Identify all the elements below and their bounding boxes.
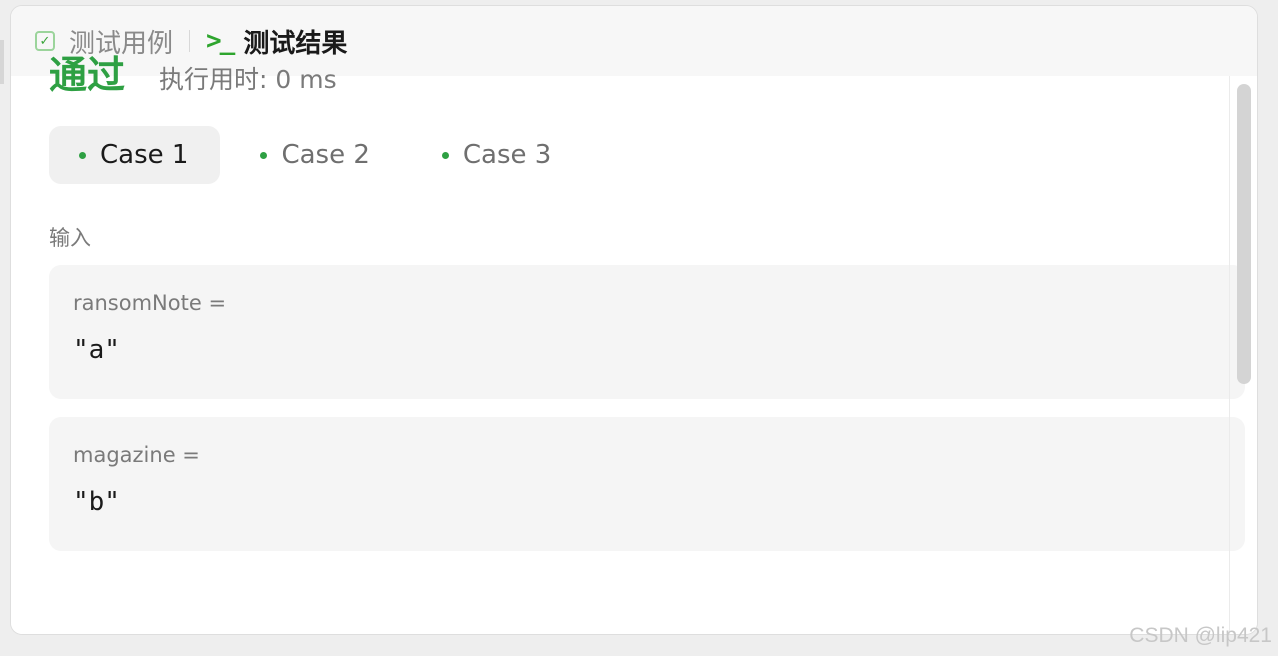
pass-dot-icon bbox=[79, 151, 86, 159]
scrollbar-thumb[interactable] bbox=[1237, 84, 1251, 384]
watermark: CSDN @lip421 bbox=[1129, 624, 1272, 647]
pass-dot-icon bbox=[260, 151, 268, 159]
param-value: "b" bbox=[73, 487, 120, 517]
window-edge bbox=[0, 40, 4, 84]
case-tab-2[interactable]: Case 2 bbox=[230, 126, 401, 184]
case-tab-3[interactable]: Case 3 bbox=[412, 126, 583, 184]
case-tab-1[interactable]: Case 1 bbox=[49, 126, 221, 184]
pass-dot-icon bbox=[441, 151, 449, 159]
case-tab-label: Case 3 bbox=[462, 140, 552, 170]
param-name: magazine = bbox=[73, 443, 200, 467]
param-name: ransomNote = bbox=[73, 291, 227, 315]
bottom-fade bbox=[11, 594, 1257, 634]
case-tab-label: Case 1 bbox=[100, 140, 189, 170]
param-value: "a" bbox=[73, 335, 120, 365]
case-tab-label: Case 2 bbox=[281, 140, 370, 170]
input-param-card: magazine = "b" bbox=[49, 417, 1245, 551]
runtime-text: 执行用时: 0 ms bbox=[159, 65, 337, 94]
result-status: 通过 bbox=[49, 53, 126, 97]
test-result-panel: ✓ 测试用例 >_ 测试结果 通过 执行用时: 0 ms Case 1 Case… bbox=[10, 5, 1258, 635]
input-section-label: 输入 bbox=[49, 226, 91, 250]
input-param-card: ransomNote = "a" bbox=[49, 265, 1245, 399]
case-tabs: Case 1 Case 2 Case 3 bbox=[49, 126, 593, 184]
result-summary: 通过 执行用时: 0 ms bbox=[49, 44, 337, 99]
